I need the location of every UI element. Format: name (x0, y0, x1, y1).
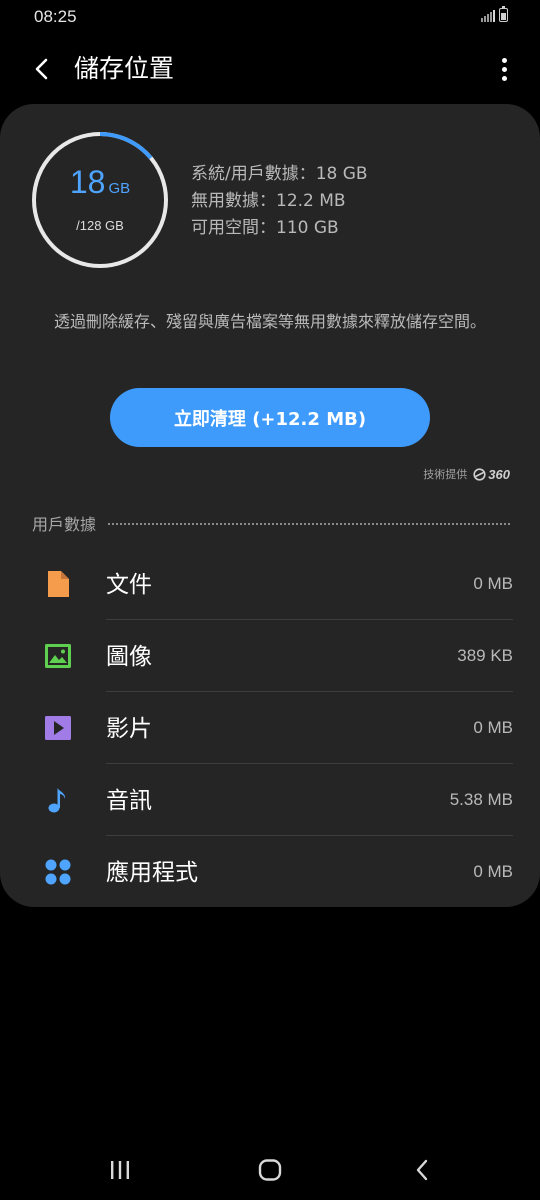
back-nav-icon (416, 1159, 428, 1181)
provider-credit: 技術提供 360 (423, 466, 510, 482)
status-bar: 08:25 (0, 0, 540, 36)
user-data-list: 文件 0 MB 圖像 389 KB 影片 0 MB 音訊 5.38 MB 應用程… (0, 548, 540, 908)
status-time: 08:25 (34, 7, 77, 26)
signal-icon (481, 8, 495, 22)
user-data-section-header: 用戶數據 (32, 512, 510, 534)
item-size: 0 MB (473, 862, 513, 881)
recent-apps-icon (111, 1161, 129, 1179)
home-button[interactable] (250, 1152, 290, 1188)
recent-apps-button[interactable] (100, 1152, 140, 1188)
stat-junk-data: 無用數據：12.2 MB (191, 191, 346, 211)
provider-logo: 360 (473, 467, 510, 482)
description-text: 透過刪除緩存、殘留與廣告檔案等無用數據來釋放儲存空間。 (53, 312, 486, 331)
item-size: 5.38 MB (449, 790, 513, 809)
back-arrow-icon (35, 58, 48, 80)
battery-icon (499, 6, 508, 22)
provider-label: 技術提供 (423, 468, 468, 481)
item-label: 音訊 (106, 788, 152, 814)
storage-card: 18 GB /128 GB 系統/用戶數據：18 GB 無用數據：12.2 MB … (0, 104, 540, 907)
more-options-button[interactable] (492, 52, 516, 86)
item-size: 0 MB (473, 718, 513, 737)
storage-stats: 系統/用戶數據：18 GB 無用數據：12.2 MB 可用空間：110 GB (191, 161, 368, 242)
list-item-images[interactable]: 圖像 389 KB (0, 620, 540, 692)
more-dot (501, 57, 507, 63)
list-item-apps[interactable]: 應用程式 0 MB (0, 836, 540, 908)
page-title: 儲存位置 (74, 54, 175, 83)
item-size: 0 MB (473, 574, 513, 593)
image-icon (44, 642, 72, 670)
item-label: 文件 (106, 572, 152, 598)
section-title: 用戶數據 (32, 515, 97, 534)
item-label: 圖像 (106, 644, 152, 670)
used-storage-unit: GB (108, 180, 131, 197)
section-divider (108, 523, 510, 525)
360-logo-icon (473, 467, 486, 481)
app-bar: 儲存位置 (0, 40, 540, 100)
list-item-documents[interactable]: 文件 0 MB (0, 548, 540, 620)
home-icon (258, 1159, 282, 1181)
back-nav-button[interactable] (402, 1152, 442, 1188)
item-size: 389 KB (457, 646, 513, 665)
used-storage: 18 GB (30, 164, 170, 201)
more-dot (501, 75, 507, 81)
list-item-videos[interactable]: 影片 0 MB (0, 692, 540, 764)
music-note-icon (44, 786, 72, 814)
provider-brand: 360 (488, 466, 510, 482)
list-item-audio[interactable]: 音訊 5.38 MB (0, 764, 540, 836)
video-icon (44, 714, 72, 742)
back-button[interactable] (26, 52, 58, 86)
stat-system-user-data: 系統/用戶數據：18 GB (191, 164, 368, 184)
apps-icon (44, 858, 72, 886)
document-icon (44, 570, 72, 598)
used-storage-value: 18 (69, 164, 106, 200)
more-dot (501, 66, 507, 72)
clean-now-button[interactable]: 立即清理 (+12.2 MB) (110, 388, 430, 447)
status-icons (481, 6, 508, 22)
navigation-bar (0, 1140, 540, 1200)
total-storage: /128 GB (76, 218, 124, 233)
item-label: 影片 (106, 716, 152, 742)
stat-free-space: 可用空間：110 GB (191, 218, 339, 238)
item-label: 應用程式 (106, 860, 198, 886)
